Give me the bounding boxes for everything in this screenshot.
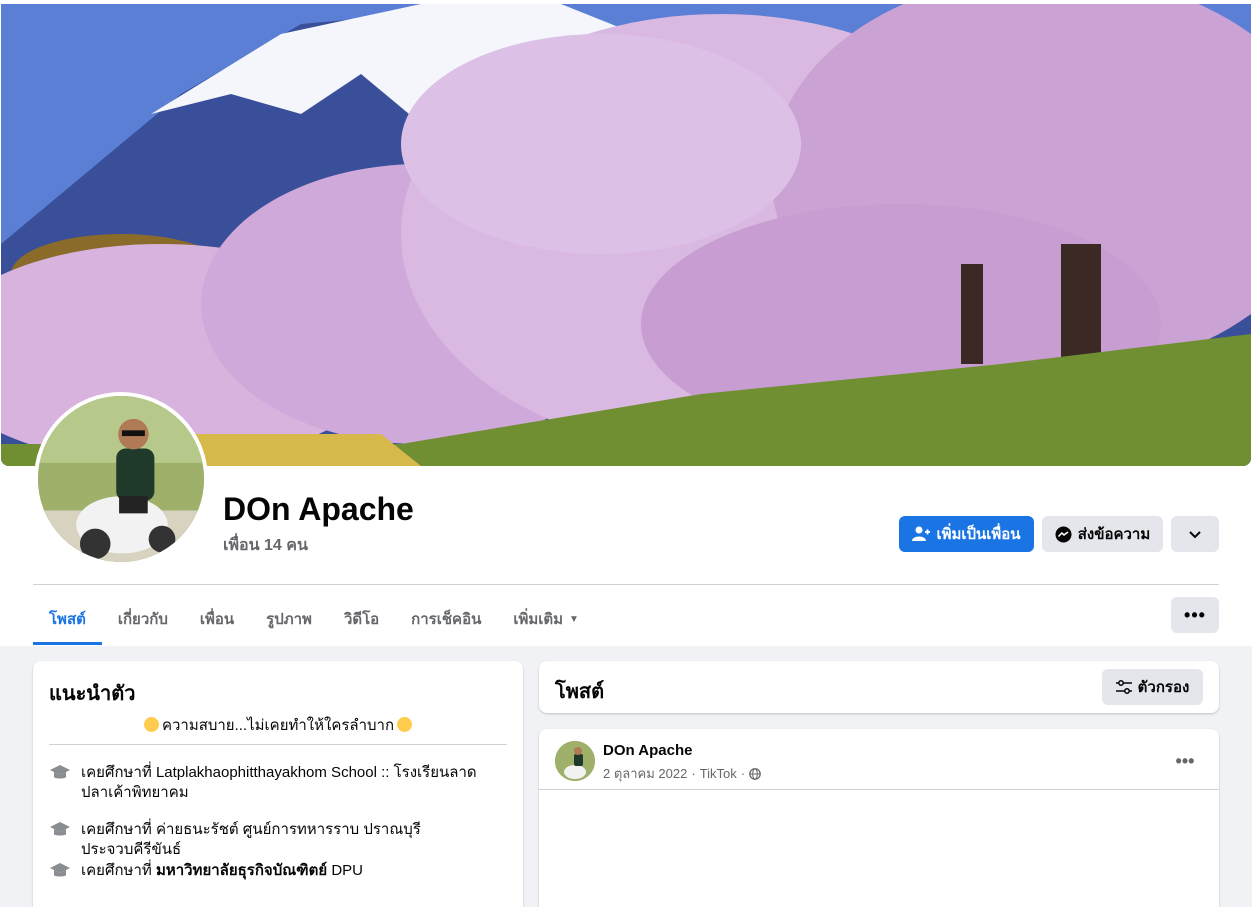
tab-about[interactable]: เกี่ยวกับ [102, 596, 184, 642]
education-item: เคยศึกษาที่ ค่ายธนะรัชต์ ศูนย์การทหารราบ… [49, 820, 507, 860]
message-label: ส่งข้อความ [1077, 526, 1151, 543]
education-suffix: DPU [331, 862, 363, 879]
tab-label: เกี่ยวกับ [117, 611, 168, 628]
post-source: TikTok [699, 766, 737, 781]
sunglasses-emoji-icon [397, 717, 413, 732]
post-author-avatar-image [555, 741, 595, 781]
education-item: เคยศึกษาที่ มหาวิทยาลัยธุรกิจบัณฑิตย์ DP… [49, 861, 507, 882]
header-divider [33, 584, 1219, 585]
filter-button[interactable]: ตัวกรอง [1102, 669, 1203, 705]
meta-separator: · [691, 766, 696, 781]
education-item: เคยศึกษาที่ Latplakhaophitthayakhom Scho… [49, 763, 507, 803]
add-friend-label: เพิ่มเป็นเพื่อน [936, 526, 1021, 543]
graduation-cap-icon [50, 765, 70, 779]
tab-videos[interactable]: วิดีโอ [328, 596, 395, 642]
filter-label: ตัวกรอง [1137, 679, 1190, 696]
tongue-emoji-icon [143, 717, 159, 732]
cover-photo-image [1, 4, 1251, 466]
profile-header: DOn Apache เพื่อน 14 คน เพิ่มเป็นเพื่อน … [0, 0, 1252, 646]
tab-posts[interactable]: โพสต์ [33, 596, 102, 645]
education-prefix: เคยศึกษาที่ [81, 764, 152, 781]
chevron-down-icon [1189, 526, 1201, 543]
tab-checkins[interactable]: การเช็คอิน [395, 596, 497, 642]
intro-bio-text: ความสบาย...ไม่เคยทำให้ใครลำบาก [161, 717, 395, 734]
ellipsis-icon: ••• [1175, 750, 1195, 771]
friend-count[interactable]: เพื่อน 14 คน [223, 533, 308, 558]
posts-header-card: โพสต์ ตัวกรอง [539, 661, 1219, 713]
intro-bio: ความสบาย...ไม่เคยทำให้ใครลำบาก [49, 713, 507, 737]
profile-options-button[interactable] [1171, 516, 1219, 552]
tab-more[interactable]: เพิ่มเติม ▼ [497, 596, 595, 642]
tab-label: การเช็คอิน [411, 611, 482, 628]
add-friend-button[interactable]: เพิ่มเป็นเพื่อน [899, 516, 1034, 552]
profile-avatar[interactable] [34, 392, 208, 566]
intro-title: แนะนำตัว [49, 683, 136, 705]
tab-photos[interactable]: รูปภาพ [250, 596, 328, 642]
add-user-icon [912, 526, 931, 542]
tab-label: โพสต์ [49, 611, 86, 628]
post-author-avatar[interactable] [555, 741, 595, 781]
tab-friends[interactable]: เพื่อน [184, 596, 250, 642]
graduation-cap-icon [50, 863, 70, 877]
profile-avatar-image [38, 396, 204, 562]
post-date[interactable]: 2 ตุลาคม 2022 [603, 763, 687, 784]
tab-label: รูปภาพ [266, 611, 312, 628]
tab-label: วิดีโอ [343, 611, 380, 628]
post-divider [539, 789, 1219, 790]
globe-icon[interactable] [749, 767, 761, 780]
post-author-name[interactable]: DOn Apache [603, 742, 692, 759]
filter-sliders-icon [1115, 680, 1132, 694]
profile-tabs: โพสต์ เกี่ยวกับ เพื่อน รูปภาพ วิดีโอ การ… [33, 596, 595, 646]
education-prefix: เคยศึกษาที่ [81, 862, 152, 879]
intro-divider [49, 744, 507, 745]
more-options-button[interactable]: ••• [1171, 597, 1219, 633]
education-school[interactable]: มหาวิทยาลัยธุรกิจบัณฑิตย์ [156, 862, 327, 879]
graduation-cap-icon [50, 822, 70, 836]
profile-name: DOn Apache [223, 491, 414, 527]
tab-label: เพื่อน [199, 611, 235, 628]
message-button[interactable]: ส่งข้อความ [1042, 516, 1163, 552]
meta-separator: · [740, 766, 746, 781]
intro-card: แนะนำตัว ความสบาย...ไม่เคยทำให้ใครลำบาก … [33, 661, 523, 907]
education-prefix: เคยศึกษาที่ [81, 821, 152, 838]
posts-title: โพสต์ [555, 681, 605, 703]
post-meta: 2 ตุลาคม 2022 · TikTok · [603, 763, 761, 784]
post-card: DOn Apache 2 ตุลาคม 2022 · TikTok · ••• [539, 729, 1219, 907]
ellipsis-icon: ••• [1184, 604, 1206, 625]
cover-photo[interactable] [1, 4, 1251, 466]
post-options-button[interactable]: ••• [1167, 743, 1203, 779]
messenger-icon [1055, 526, 1072, 543]
tab-label: เพิ่มเติม [513, 611, 564, 628]
caret-down-icon: ▼ [569, 613, 579, 625]
